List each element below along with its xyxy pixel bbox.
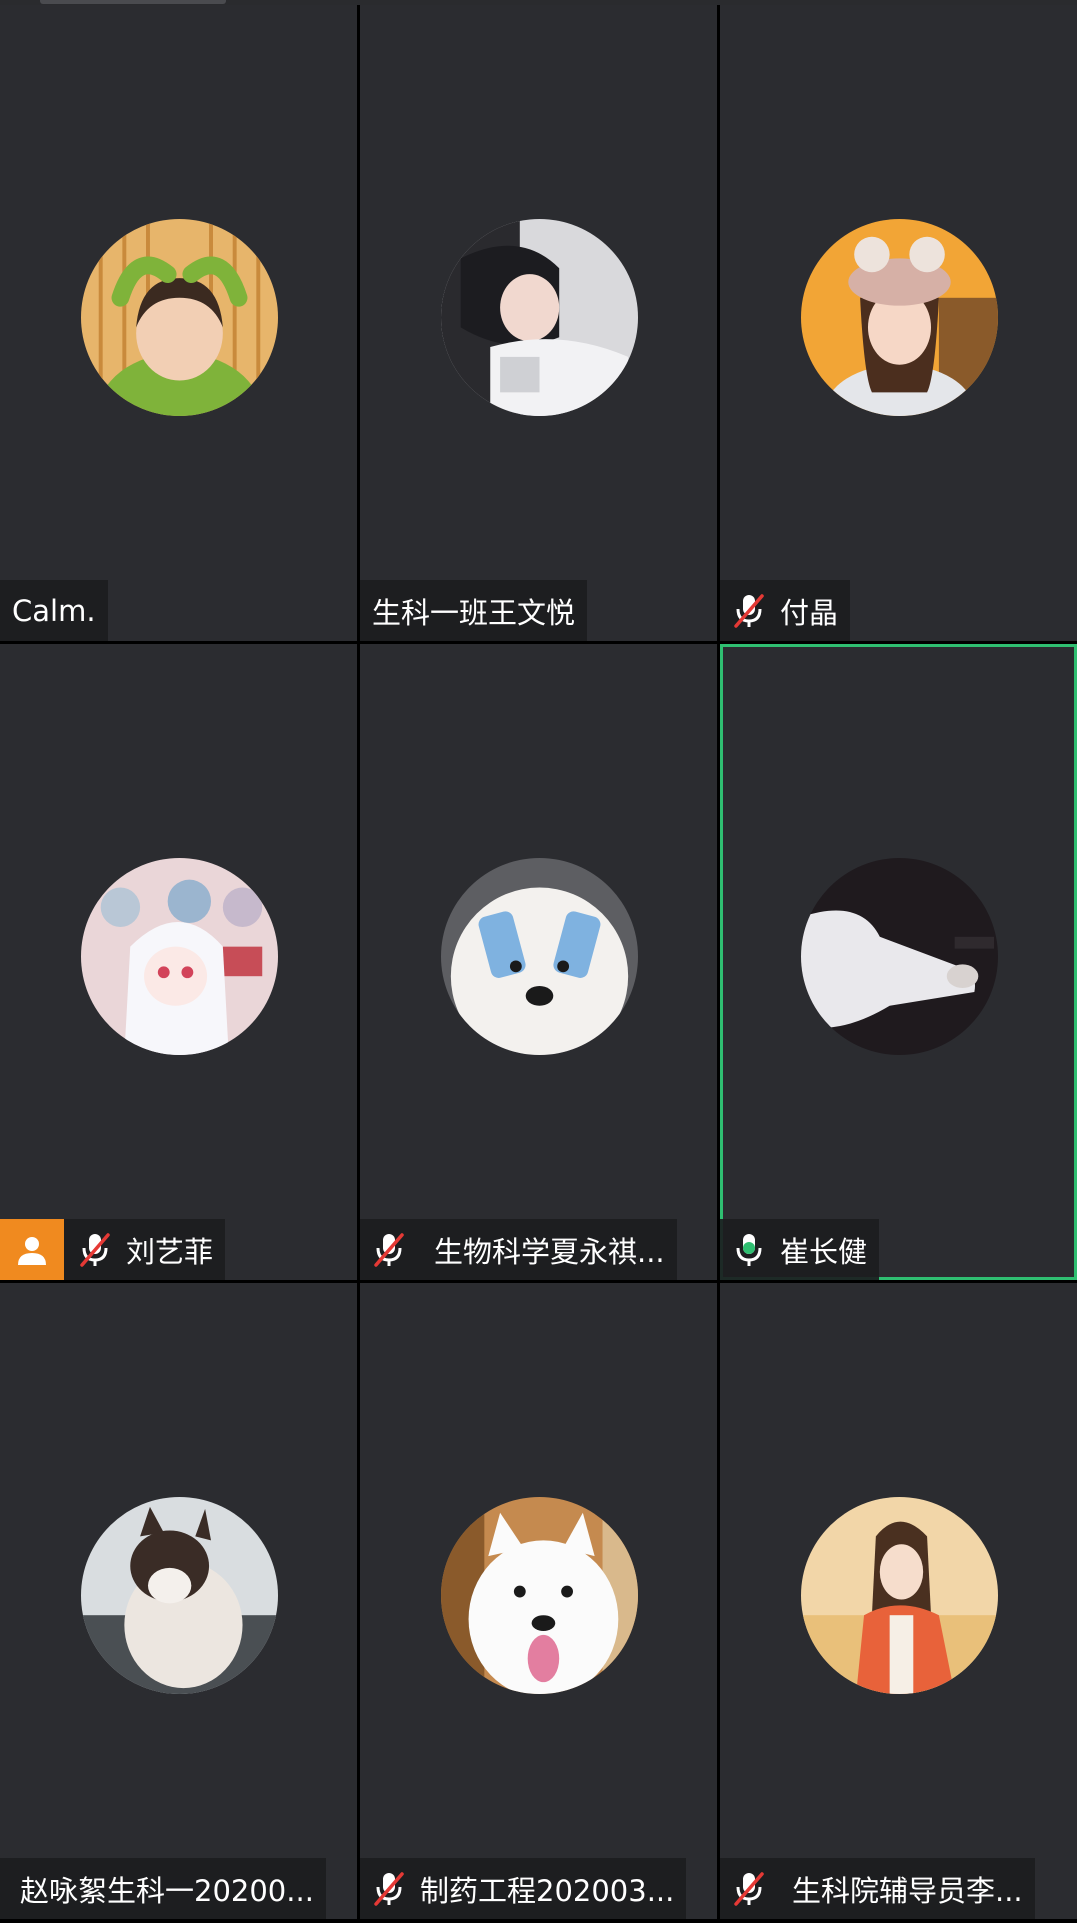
participant-name: 崔长健 <box>780 1234 868 1269</box>
participant-avatar <box>440 219 638 416</box>
status-bar-notch <box>40 0 226 4</box>
participant-tile[interactable]: 生物科学夏永祺... <box>360 644 717 1280</box>
mic-active-icon <box>736 1233 762 1266</box>
participant-avatar <box>440 858 638 1055</box>
participant-tile[interactable]: 刘艺菲 <box>0 644 357 1280</box>
participant-tile[interactable]: 赵咏絮生科一20200... <box>0 1283 357 1919</box>
participant-name: Calm. <box>12 593 96 628</box>
mic-muted-icon <box>374 1232 404 1267</box>
participant-name: 生科院辅导员李... <box>792 1873 1023 1908</box>
participant-name-tag: 生物科学夏永祺... <box>360 1219 677 1280</box>
host-icon <box>0 1219 64 1280</box>
participant-name-tag: 刘艺菲 <box>0 1219 226 1280</box>
participant-name: 付晶 <box>780 595 839 630</box>
participant-tile[interactable]: 付晶 <box>720 5 1077 641</box>
participant-name-tag: 崔长健 <box>720 1219 880 1280</box>
participant-name-tag: 生科一班王文悦 <box>360 580 588 641</box>
participant-name-tag: 生科院辅导员李... <box>720 1858 1035 1919</box>
participant-tile[interactable]: Calm. <box>0 5 357 641</box>
participant-name: 制药工程202003... <box>420 1873 675 1908</box>
participant-name: 生物科学夏永祺... <box>434 1234 665 1269</box>
participant-name: 赵咏絮生科一20200... <box>20 1873 314 1908</box>
participant-tile[interactable]: 生科一班王文悦 <box>360 5 717 641</box>
participant-avatar <box>800 858 998 1055</box>
participant-grid: Calm. 生科一班王文悦 付晶 刘艺菲 生物科学夏永祺... 崔长健 赵咏絮生… <box>0 5 1077 1923</box>
participant-avatar <box>800 1497 998 1694</box>
participant-name: 生科一班王文悦 <box>372 595 576 630</box>
participant-tile[interactable]: 生科院辅导员李... <box>720 1283 1077 1919</box>
mic-muted-icon <box>374 1871 404 1906</box>
participant-tile-speaking[interactable]: 崔长健 <box>720 644 1077 1280</box>
participant-tile[interactable]: 制药工程202003... <box>360 1283 717 1919</box>
participant-name-tag: 赵咏絮生科一20200... <box>0 1858 326 1919</box>
mic-muted-icon <box>734 593 764 628</box>
participant-avatar <box>80 858 278 1055</box>
mic-muted-icon <box>734 1871 764 1906</box>
participant-avatar <box>80 219 278 416</box>
participant-name: 刘艺菲 <box>126 1234 214 1269</box>
participant-avatar <box>800 219 998 416</box>
participant-name-tag: Calm. <box>0 580 108 641</box>
participant-avatar <box>440 1497 638 1694</box>
mic-muted-icon <box>80 1232 110 1267</box>
participant-name-tag: 付晶 <box>720 580 851 641</box>
participant-name-tag: 制药工程202003... <box>360 1858 687 1919</box>
participant-avatar <box>80 1497 278 1694</box>
